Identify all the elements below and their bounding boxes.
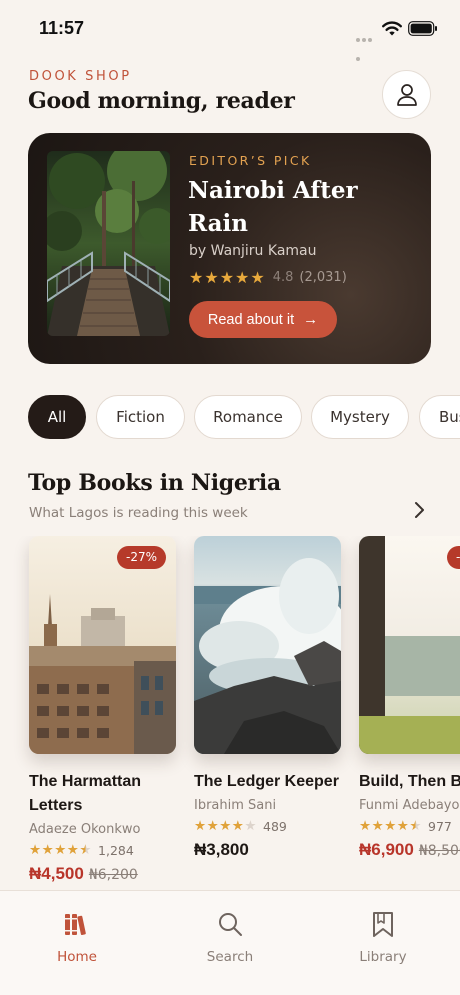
hero-rating-count: (2,031): [299, 270, 347, 285]
book-rating: ★★★★★ 977: [359, 818, 460, 834]
discount-badge: -27%: [116, 546, 166, 569]
profile-button[interactable]: [382, 70, 431, 119]
hero-kicker: EDITOR’S PICK: [189, 153, 312, 168]
arrow-right-icon: →: [303, 311, 319, 328]
tab-library[interactable]: Library: [333, 909, 433, 965]
chip-mystery[interactable]: Mystery: [311, 395, 409, 439]
tab-home-label: Home: [57, 949, 97, 965]
book-price: ₦6,900 ₦8,500: [359, 840, 460, 860]
tab-home[interactable]: Home: [27, 909, 127, 965]
tab-library-label: Library: [359, 949, 407, 965]
signal-dots-icon: [356, 27, 378, 61]
read-about-it-button[interactable]: Read about it →: [189, 301, 337, 338]
user-icon: [396, 83, 417, 106]
book-author: Funmi Adebayo: [359, 798, 460, 813]
star-rating-icon: ★★★★★: [29, 842, 93, 858]
category-filter-chips: All Fiction Romance Mystery Business: [28, 395, 460, 440]
book-cover: [194, 536, 341, 754]
book-current-price: ₦3,800: [194, 840, 249, 859]
book-carousel: -27% The Harmattan Letters Adaeze Okonkw…: [0, 536, 460, 892]
bookmark-icon: [373, 912, 393, 937]
hero-rating-value: 4.8: [272, 270, 294, 285]
book-current-price: ₦4,500: [29, 864, 84, 883]
read-about-it-label: Read about it: [207, 311, 295, 328]
book-original-price: ₦8,500: [418, 843, 460, 859]
book-rating: ★★★★★ 1,284: [29, 842, 176, 858]
book-author: Adaeze Okonkwo: [29, 822, 141, 837]
books-icon: [65, 914, 86, 936]
chip-romance[interactable]: Romance: [194, 395, 302, 439]
book-price: ₦4,500 ₦6,200: [29, 864, 176, 884]
status-bar: 11:57: [0, 0, 460, 61]
book-card[interactable]: -19% Build, Then Belong Funmi Adebayo ★★…: [359, 536, 460, 860]
brand-name: DOOK SHOP: [29, 69, 132, 84]
book-card[interactable]: The Ledger Keeper Ibrahim Sani ★★★★★ 489…: [194, 536, 341, 860]
hero-rating: ★★★★★ 4.8 (2,031): [189, 268, 347, 287]
book-current-price: ₦6,900: [359, 840, 414, 859]
book-title: The Harmattan Letters: [29, 773, 142, 814]
search-icon: [219, 913, 242, 936]
tab-search-label: Search: [206, 949, 254, 965]
section-subtitle: What Lagos is reading this week: [29, 505, 248, 521]
book-card[interactable]: -27% The Harmattan Letters Adaeze Okonkw…: [29, 536, 176, 884]
chip-all[interactable]: All: [28, 395, 86, 439]
star-rating-icon: ★★★★★: [189, 268, 266, 287]
featured-book-card[interactable]: EDITOR’S PICK Nairobi After Rain by Wanj…: [28, 133, 431, 364]
hero-book-title: Nairobi After Rain: [188, 177, 358, 237]
section-title: Top Books in Nigeria: [28, 470, 281, 496]
book-cover: -19%: [359, 536, 460, 754]
star-rating-icon: ★★★★★: [359, 818, 423, 834]
star-rating-icon: ★★★★★: [194, 818, 258, 834]
featured-book-cover: [47, 151, 170, 336]
battery-icon: [408, 21, 437, 36]
hero-book-author: by Wanjiru Kamau: [189, 243, 317, 259]
status-time: 11:57: [39, 18, 85, 38]
chip-business[interactable]: Business: [419, 395, 460, 439]
book-price: ₦3,800: [194, 840, 341, 860]
chip-fiction[interactable]: Fiction: [96, 395, 185, 439]
book-title: The Ledger Keeper: [194, 773, 339, 790]
bottom-tab-bar: Home Search Library: [0, 890, 460, 995]
book-rating: ★★★★★ 489: [194, 818, 341, 834]
book-cover: -27%: [29, 536, 176, 754]
chevron-right-icon[interactable]: [408, 499, 430, 521]
book-title: Build, Then Belong: [359, 773, 460, 790]
book-review-count: 1,284: [98, 842, 134, 858]
book-original-price: ₦6,200: [88, 867, 138, 883]
tab-search[interactable]: Search: [180, 909, 280, 965]
book-author: Ibrahim Sani: [194, 798, 277, 813]
page-title: Good morning, reader: [28, 88, 295, 114]
book-review-count: 977: [428, 818, 452, 834]
wifi-icon: [382, 21, 402, 36]
book-review-count: 489: [263, 818, 287, 834]
